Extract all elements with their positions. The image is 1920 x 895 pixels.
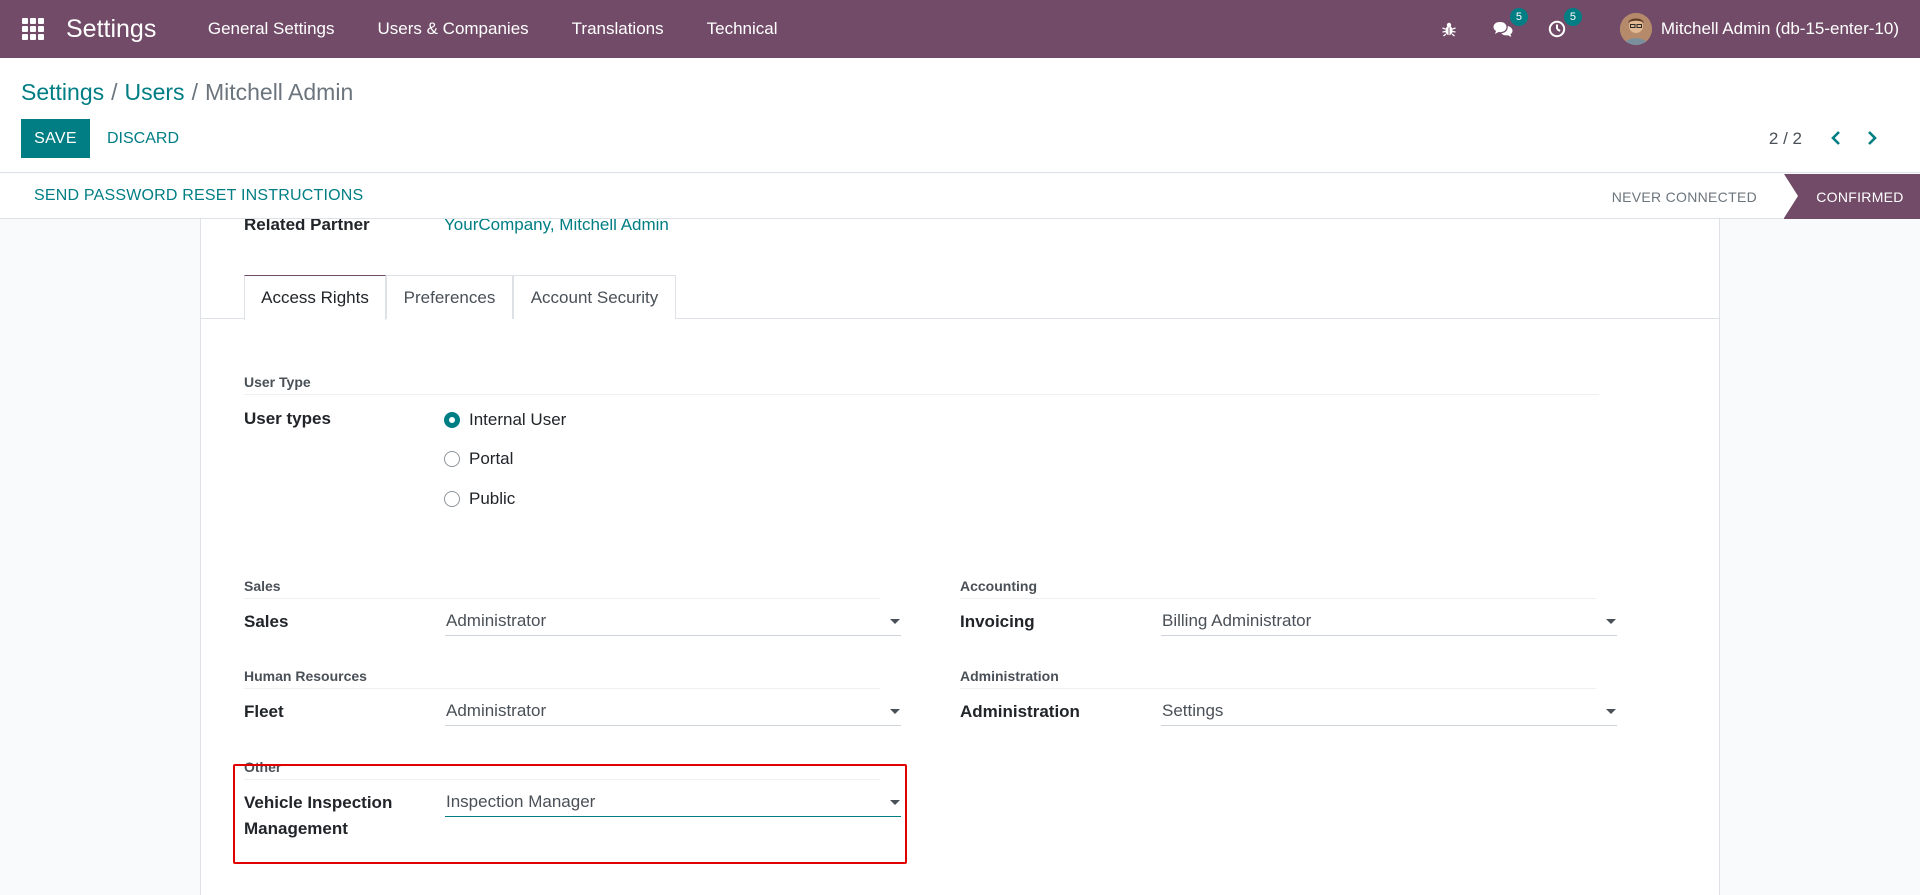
top-navbar: Settings General Settings Users & Compan… <box>0 0 1920 58</box>
messages-icon[interactable]: 5 <box>1492 8 1528 40</box>
tab-access-rights[interactable]: Access Rights <box>244 275 386 320</box>
administration-select[interactable]: Settings <box>1161 696 1617 726</box>
caret-down-icon <box>1606 619 1616 624</box>
section-title-accounting: Accounting <box>960 578 1037 594</box>
avatar <box>1619 13 1652 45</box>
menu-technical[interactable]: Technical <box>685 19 799 39</box>
save-button[interactable]: SAVE <box>21 119 90 158</box>
form-statusbar: SEND PASSWORD RESET INSTRUCTIONS NEVER C… <box>0 174 1920 219</box>
invoicing-select-value: Billing Administrator <box>1162 610 1312 630</box>
sales-label: Sales <box>244 612 289 631</box>
pager-value[interactable]: 2 / 2 <box>1769 129 1802 149</box>
bug-icon[interactable] <box>1438 18 1460 40</box>
send-password-reset-button[interactable]: SEND PASSWORD RESET INSTRUCTIONS <box>34 187 363 205</box>
section-divider <box>960 598 1596 599</box>
menu-translations[interactable]: Translations <box>550 19 685 39</box>
radio-unchecked-icon <box>444 491 460 507</box>
administration-select-value: Settings <box>1162 700 1224 720</box>
app-name[interactable]: Settings <box>66 15 156 44</box>
discard-button[interactable]: DISCARD <box>98 119 188 158</box>
radio-portal-label: Portal <box>469 449 514 468</box>
section-title-user-type: User Type <box>244 374 311 390</box>
breadcrumb-users[interactable]: Users <box>125 79 185 106</box>
breadcrumb-separator: / <box>191 79 198 105</box>
radio-unchecked-icon <box>444 451 460 467</box>
radio-public[interactable]: Public <box>444 489 515 509</box>
breadcrumb-separator: / <box>111 79 118 105</box>
caret-down-icon <box>890 619 900 624</box>
vehicle-inspection-label-line2: Management <box>244 819 348 838</box>
radio-internal-user-label: Internal User <box>469 410 567 429</box>
control-panel: Settings / Users / Mitchell Admin SAVE D… <box>0 58 1920 173</box>
fleet-label: Fleet <box>244 702 284 721</box>
vehicle-inspection-label-line1: Vehicle Inspection <box>244 793 393 812</box>
breadcrumb-current: Mitchell Admin <box>204 79 354 105</box>
vehicle-inspection-select-value: Inspection Manager <box>446 791 596 811</box>
related-partner-label: Related Partner <box>244 219 370 234</box>
radio-checked-icon <box>444 412 460 428</box>
fleet-select-value: Administrator <box>446 700 547 720</box>
user-menu[interactable]: Mitchell Admin (db-15-enter-10) <box>1619 13 1899 45</box>
stage-never-connected[interactable]: NEVER CONNECTED <box>1594 174 1775 219</box>
navbar-systray: 5 5 Mitchell Admin (db-15-enter-10) <box>1422 0 1920 58</box>
user-types-label: User types <box>244 409 331 428</box>
stage-confirmed-label: CONFIRMED <box>1816 188 1904 205</box>
section-title-administration: Administration <box>960 668 1059 684</box>
apps-menu-icon[interactable] <box>22 18 44 40</box>
tab-preferences[interactable]: Preferences <box>386 275 513 319</box>
invoicing-select[interactable]: Billing Administrator <box>1161 606 1617 636</box>
administration-label: Administration <box>960 702 1080 721</box>
section-title-other: Other <box>244 759 282 775</box>
stage-never-connected-label: NEVER CONNECTED <box>1611 188 1757 205</box>
radio-internal-user[interactable]: Internal User <box>444 410 566 430</box>
pager-next-icon[interactable] <box>1862 127 1882 149</box>
sales-select-value: Administrator <box>446 610 547 630</box>
section-divider <box>244 598 880 599</box>
section-title-sales: Sales <box>244 578 281 594</box>
caret-down-icon <box>890 800 900 805</box>
activities-badge: 5 <box>1563 8 1582 26</box>
related-partner-link[interactable]: YourCompany, Mitchell Admin <box>444 219 669 235</box>
section-divider <box>244 394 1599 395</box>
messages-badge: 5 <box>1509 8 1528 26</box>
vehicle-inspection-label: Vehicle Inspection Management <box>244 790 392 842</box>
vehicle-inspection-select[interactable]: Inspection Manager <box>445 787 901 817</box>
section-divider <box>244 688 880 689</box>
section-title-human-resources: Human Resources <box>244 668 367 684</box>
caret-down-icon <box>1606 709 1616 714</box>
tab-account-security[interactable]: Account Security <box>513 275 676 319</box>
breadcrumb: Settings / Users / Mitchell Admin <box>21 79 353 106</box>
menu-general-settings[interactable]: General Settings <box>186 19 356 39</box>
section-divider <box>960 688 1596 689</box>
section-divider <box>244 779 880 780</box>
stage-confirmed[interactable]: CONFIRMED <box>1784 174 1920 219</box>
form-sheet: Related Partner YourCompany, Mitchell Ad… <box>200 219 1720 895</box>
notebook-tabs: Access Rights Preferences Account Securi… <box>201 275 1719 320</box>
fleet-select[interactable]: Administrator <box>445 696 901 726</box>
caret-down-icon <box>890 709 900 714</box>
user-name: Mitchell Admin (db-15-enter-10) <box>1660 19 1899 38</box>
pager-previous-icon[interactable] <box>1826 127 1846 149</box>
invoicing-label: Invoicing <box>960 612 1035 631</box>
breadcrumb-settings[interactable]: Settings <box>21 79 104 106</box>
activities-clock-icon[interactable]: 5 <box>1546 8 1582 40</box>
menu-users-companies[interactable]: Users & Companies <box>356 19 550 39</box>
radio-portal[interactable]: Portal <box>444 449 513 469</box>
radio-public-label: Public <box>469 489 516 508</box>
sales-select[interactable]: Administrator <box>445 606 901 636</box>
